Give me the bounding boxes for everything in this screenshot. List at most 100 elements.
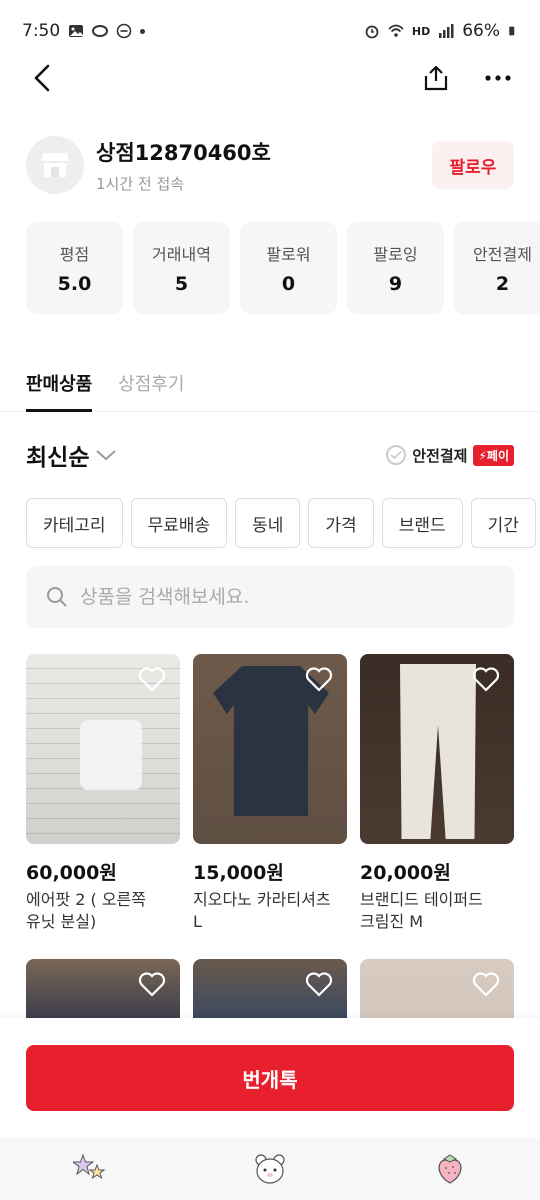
product-price: 60,000원 xyxy=(26,862,117,884)
stat-label: 평점 xyxy=(59,245,90,264)
bear-icon xyxy=(255,1154,285,1184)
product-title-line: 지오다노 카라티셔츠 xyxy=(193,890,331,909)
do-not-disturb-icon xyxy=(116,23,132,39)
heart-icon[interactable] xyxy=(138,971,166,997)
share-icon xyxy=(424,65,448,91)
bottom-nav xyxy=(0,1138,540,1200)
tab-reviews[interactable]: 상점후기 xyxy=(118,356,184,410)
filter-period[interactable]: 기간 xyxy=(470,498,536,548)
product-image[interactable] xyxy=(193,959,347,1020)
heart-icon[interactable] xyxy=(472,971,500,997)
shop-last-active: 1시간 전 접속 xyxy=(96,174,185,193)
pay-badge: ⚡페이 xyxy=(473,444,514,466)
home-stars-icon xyxy=(73,1153,106,1180)
stat-label: 팔로잉 xyxy=(373,245,418,264)
product-title-line: 크림진 M xyxy=(360,912,424,931)
network-label: HD xyxy=(411,24,431,38)
stat-label: 안전결제 xyxy=(473,245,532,264)
filter-brand[interactable]: 브랜드 xyxy=(381,498,463,548)
product-card[interactable]: 15,000원 지오다노 카라티셔츠 L xyxy=(193,654,347,933)
filter-chips: 카테고리 무료배송 동네 가격 브랜드 기간 xyxy=(26,498,540,550)
product-search xyxy=(26,566,514,628)
stat-label: 거래내역 xyxy=(152,245,211,264)
tab-products[interactable]: 판매상품 xyxy=(26,356,93,412)
filter-free-shipping[interactable]: 무료배송 xyxy=(130,498,228,548)
product-card[interactable]: 20,000원 브랜디드 테이퍼드크림진 M xyxy=(360,654,514,933)
product-card[interactable] xyxy=(193,959,347,1020)
stat-followers[interactable]: 팔로워 0 xyxy=(240,222,337,314)
nav-actions xyxy=(418,60,516,96)
stat-value: 5.0 xyxy=(57,273,92,295)
store-icon xyxy=(41,153,69,177)
more-button[interactable] xyxy=(480,60,516,96)
product-image[interactable] xyxy=(193,654,347,844)
back-button[interactable] xyxy=(24,60,60,96)
status-left: 7:50 xyxy=(22,21,146,41)
filter-neighborhood[interactable]: 동네 xyxy=(235,498,301,548)
safe-pay-filter[interactable]: 안전결제 ⚡페이 xyxy=(386,444,514,466)
mask-icon xyxy=(92,25,109,37)
sort-dropdown[interactable]: 최신순 xyxy=(26,438,117,472)
product-title-line: 유닛 분실) xyxy=(26,912,97,931)
battery-percent: 66% xyxy=(462,21,500,41)
product-title-line: 브랜디드 테이퍼드 xyxy=(360,890,483,909)
product-card[interactable]: 60,000원 에어팟 2 ( 오른쪽유닛 분실) xyxy=(26,654,180,933)
search-icon xyxy=(47,587,67,607)
product-card[interactable] xyxy=(26,959,180,1020)
sort-label: 최신순 xyxy=(26,445,90,471)
chevron-down-icon xyxy=(96,450,117,461)
product-title-line: 에어팟 2 ( 오른쪽 xyxy=(26,890,146,909)
product-grid: 60,000원 에어팟 2 ( 오른쪽유닛 분실) 15,000원 지오다노 카… xyxy=(26,654,514,1020)
filter-price[interactable]: 가격 xyxy=(308,498,374,548)
safe-pay-label: 안전결제 xyxy=(412,446,468,465)
heart-icon[interactable] xyxy=(305,971,333,997)
stat-transactions[interactable]: 거래내역 5 xyxy=(133,222,230,314)
shop-stats: 평점 5.0 거래내역 5 팔로워 0 팔로잉 9 안전결제 2 xyxy=(26,222,540,314)
product-title: 에어팟 2 ( 오른쪽유닛 분실) xyxy=(26,889,180,933)
status-time: 7:50 xyxy=(22,21,61,41)
shop-name: 상점12870460호 xyxy=(96,140,271,165)
heart-icon[interactable] xyxy=(305,666,333,692)
follow-button[interactable]: 팔로우 xyxy=(432,141,514,189)
battery-icon xyxy=(509,26,515,36)
bottom-nav-home[interactable] xyxy=(66,1145,114,1193)
strawberry-icon xyxy=(438,1154,462,1184)
stat-following[interactable]: 팔로잉 9 xyxy=(347,222,444,314)
heart-icon[interactable] xyxy=(138,666,166,692)
filter-category[interactable]: 카테고리 xyxy=(26,498,123,548)
stat-label: 팔로워 xyxy=(266,245,311,264)
share-button[interactable] xyxy=(418,60,454,96)
gallery-icon xyxy=(69,25,84,37)
product-title: 지오다노 카라티셔츠 L xyxy=(193,889,347,933)
product-card[interactable] xyxy=(360,959,514,1020)
product-image[interactable] xyxy=(26,959,180,1020)
product-title-line: L xyxy=(193,912,202,931)
product-title: 브랜디드 테이퍼드크림진 M xyxy=(360,889,514,933)
status-right: HD 66% xyxy=(364,21,518,41)
chat-button[interactable]: 번개톡 xyxy=(26,1045,514,1111)
wifi-icon xyxy=(388,24,404,37)
heart-icon[interactable] xyxy=(472,666,500,692)
notification-dot-icon xyxy=(140,28,146,34)
product-price: 20,000원 xyxy=(360,862,451,884)
product-image[interactable] xyxy=(26,654,180,844)
top-nav xyxy=(0,50,540,106)
back-arrow-icon xyxy=(34,64,50,92)
product-image[interactable] xyxy=(360,654,514,844)
sort-row: 최신순 안전결제 ⚡페이 xyxy=(26,432,514,478)
shop-info: 상점12870460호 1시간 전 접속 xyxy=(96,137,432,194)
stat-rating[interactable]: 평점 5.0 xyxy=(26,222,123,314)
shop-avatar[interactable] xyxy=(26,136,84,194)
product-price: 15,000원 xyxy=(193,862,284,884)
bottom-nav-strawberry[interactable] xyxy=(426,1145,474,1193)
stat-value: 9 xyxy=(388,273,403,295)
search-input[interactable] xyxy=(80,586,494,608)
signal-icon xyxy=(439,24,454,38)
lightning-icon: ⚡ xyxy=(478,448,487,463)
more-icon xyxy=(485,75,511,81)
stat-value: 2 xyxy=(495,273,510,295)
stat-safe-payments[interactable]: 안전결제 2 xyxy=(454,222,540,314)
pay-badge-text: 페이 xyxy=(486,448,509,463)
bottom-nav-bear[interactable] xyxy=(246,1145,294,1193)
product-image[interactable] xyxy=(360,959,514,1020)
